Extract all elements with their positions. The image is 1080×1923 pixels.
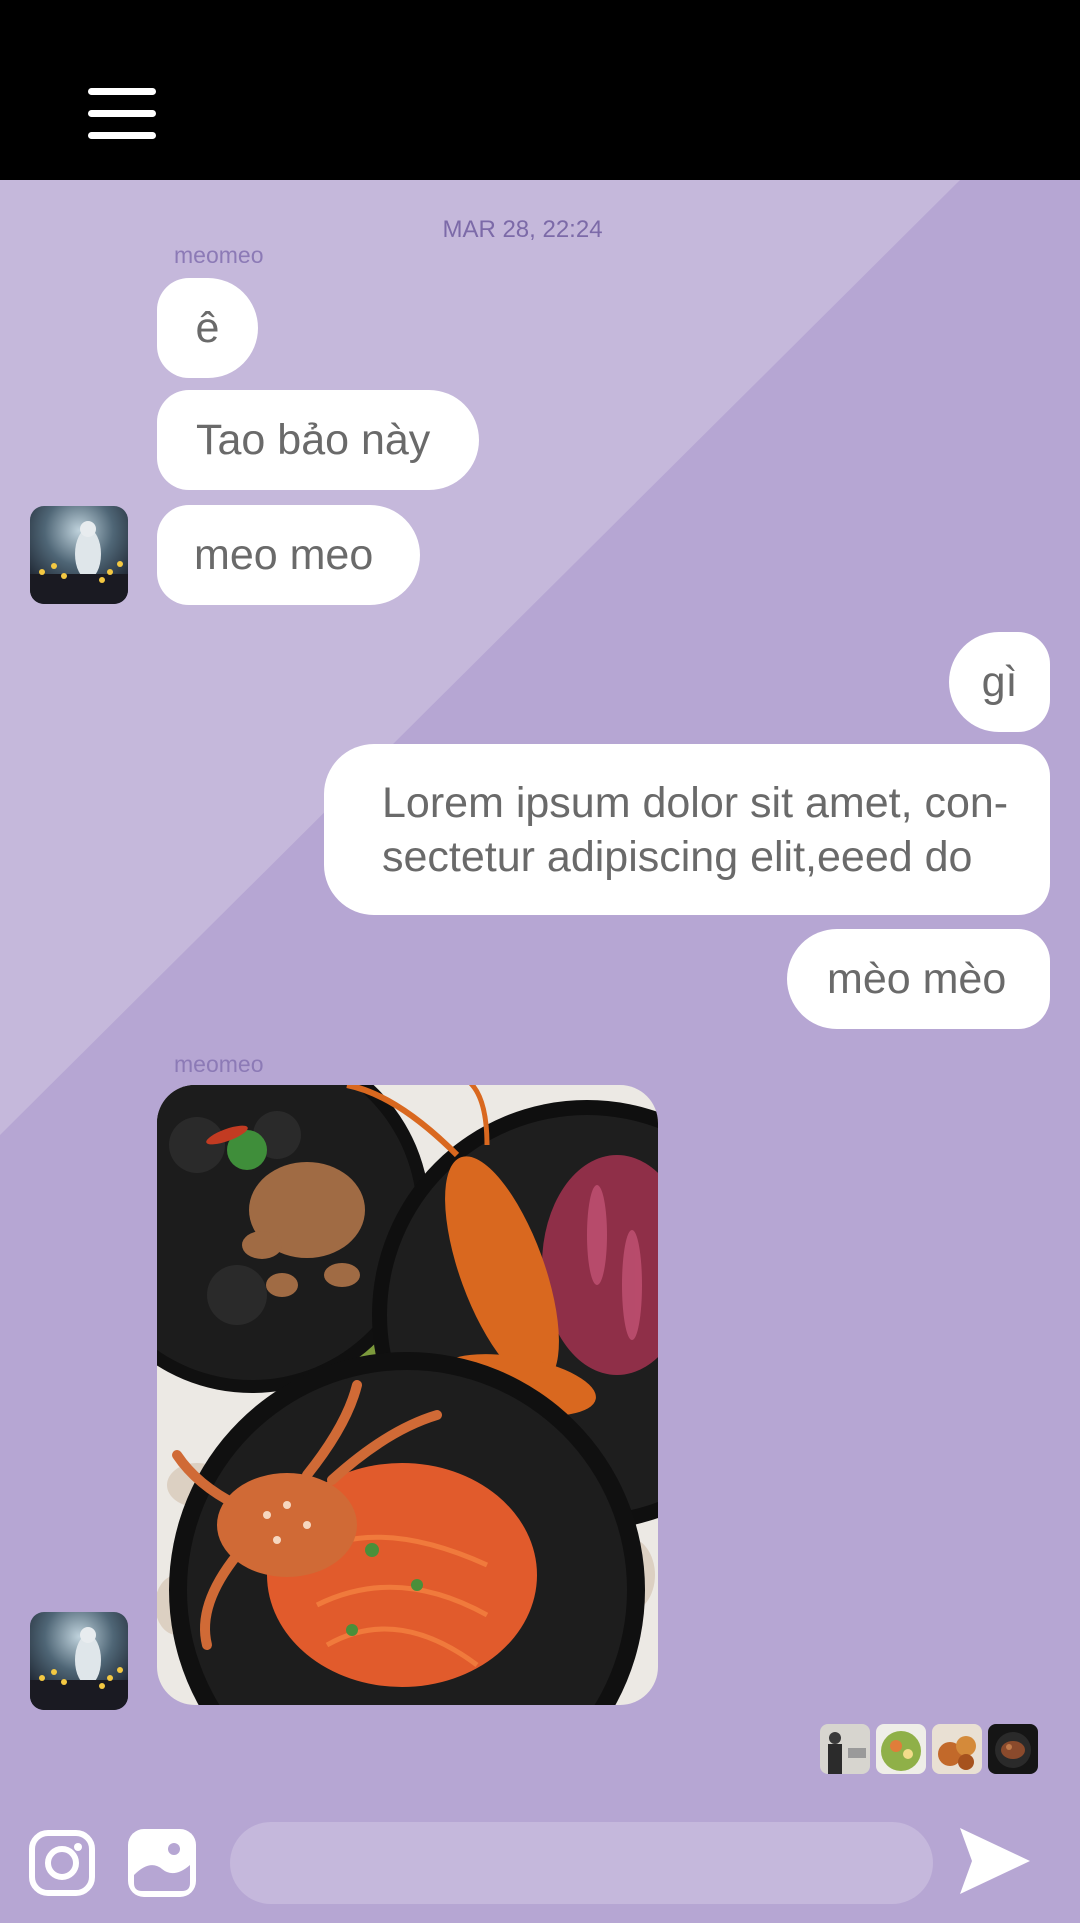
incoming-message[interactable]: Tao bảo này <box>157 390 479 490</box>
message-text: meo meo <box>194 530 374 579</box>
seen-by-avatars <box>820 1724 1038 1774</box>
message-text: Tao bảo này <box>196 415 431 464</box>
outgoing-message[interactable]: gì <box>949 632 1050 732</box>
incoming-message[interactable]: meo meo <box>157 505 420 605</box>
sender-name: meomeo <box>174 1051 264 1077</box>
food-photo[interactable] <box>157 1085 658 1705</box>
message-text: mèo mèo <box>827 954 1007 1003</box>
message-timestamp: MAR 28, 22:24 <box>442 216 603 243</box>
message-text: ê <box>195 303 220 352</box>
seen-avatar <box>876 1724 926 1774</box>
avatar[interactable] <box>30 506 128 604</box>
message-text: Lorem ipsum dolor sit amet, con- sectetu… <box>382 778 1009 881</box>
seen-avatar <box>932 1724 982 1774</box>
message-text: gì <box>981 657 1018 706</box>
hamburger-menu-icon[interactable] <box>88 88 156 140</box>
send-icon[interactable] <box>958 1826 1032 1896</box>
outgoing-message[interactable]: mèo mèo <box>787 929 1050 1029</box>
top-bar <box>0 0 1080 180</box>
avatar[interactable] <box>30 1612 128 1710</box>
chat-screen: MAR 28, 22:24 meomeo ê Tao bảo này meo m… <box>0 0 1080 1923</box>
gallery-icon[interactable] <box>128 1829 196 1897</box>
instagram-icon[interactable] <box>28 1829 96 1897</box>
seen-avatar <box>820 1724 870 1774</box>
outgoing-message[interactable]: Lorem ipsum dolor sit amet, con- sectetu… <box>324 744 1050 915</box>
incoming-message[interactable]: ê <box>157 278 258 378</box>
sender-name: meomeo <box>174 242 264 268</box>
seen-avatar <box>988 1724 1038 1774</box>
